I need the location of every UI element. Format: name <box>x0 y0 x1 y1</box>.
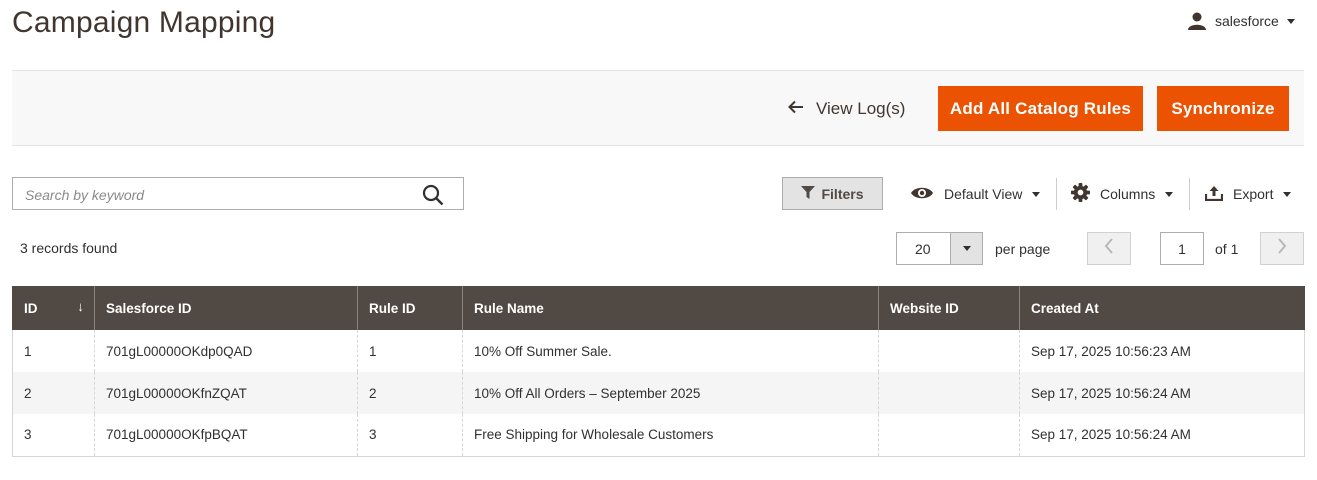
chevron-down-icon <box>1032 191 1041 197</box>
chevron-down-icon <box>962 246 971 251</box>
filter-icon <box>801 185 816 202</box>
search-input[interactable] <box>23 178 417 211</box>
cell-created-at: Sep 17, 2025 10:56:24 AM <box>1019 372 1305 414</box>
cell-id: 1 <box>12 330 95 372</box>
table-row[interactable]: 1 701gL00000OKdp0QAD 1 10% Off Summer Sa… <box>12 330 1305 372</box>
chevron-right-icon <box>1277 238 1287 259</box>
eye-icon <box>910 185 934 204</box>
campaign-mapping-grid: ID ↓ Salesforce ID Rule ID Rule Name Web… <box>12 286 1305 457</box>
cell-salesforce-id: 701gL00000OKfpBQAT <box>94 414 358 457</box>
grid-header-row: ID ↓ Salesforce ID Rule ID Rule Name Web… <box>12 286 1305 330</box>
column-header-salesforce-id[interactable]: Salesforce ID <box>94 286 358 330</box>
table-row[interactable]: 2 701gL00000OKfnZQAT 2 10% Off All Order… <box>12 372 1305 414</box>
page-title: Campaign Mapping <box>12 6 276 39</box>
cell-rule-id: 2 <box>357 372 463 414</box>
cell-salesforce-id: 701gL00000OKfnZQAT <box>94 372 358 414</box>
columns-dropdown[interactable]: Columns <box>1071 180 1174 208</box>
gear-icon <box>1071 183 1090 205</box>
column-header-created-at[interactable]: Created At <box>1019 286 1305 330</box>
toolbar-divider <box>1189 178 1190 210</box>
cell-rule-id: 3 <box>357 414 463 457</box>
column-header-id[interactable]: ID ↓ <box>12 286 95 330</box>
chevron-down-icon <box>1283 191 1292 197</box>
filters-label: Filters <box>821 185 864 202</box>
column-header-rule-name[interactable]: Rule Name <box>462 286 879 330</box>
columns-label: Columns <box>1100 186 1156 202</box>
previous-page-button[interactable] <box>1087 232 1131 265</box>
cell-rule-name: 10% Off Summer Sale. <box>462 330 879 372</box>
search-box <box>12 177 464 211</box>
add-all-catalog-rules-button[interactable]: Add All Catalog Rules <box>938 86 1143 131</box>
export-label: Export <box>1233 186 1274 202</box>
chevron-down-icon <box>1165 191 1174 197</box>
cell-rule-name: 10% Off All Orders – September 2025 <box>462 372 879 414</box>
cell-created-at: Sep 17, 2025 10:56:24 AM <box>1019 414 1305 457</box>
chevron-down-icon <box>1286 18 1295 24</box>
sort-descending-icon: ↓ <box>77 299 84 314</box>
per-page-value: 20 <box>915 241 931 257</box>
filters-button[interactable]: Filters <box>782 177 883 210</box>
cell-id: 2 <box>12 372 95 414</box>
view-logs-label: View Log(s) <box>816 99 906 118</box>
search-icon[interactable] <box>422 184 444 211</box>
toolbar-divider <box>1056 178 1057 210</box>
export-icon <box>1204 185 1224 204</box>
per-page-toggle[interactable] <box>950 233 982 264</box>
cell-website-id <box>878 372 1020 414</box>
default-view-dropdown[interactable]: Default View <box>910 180 1041 208</box>
synchronize-button[interactable]: Synchronize <box>1157 86 1289 131</box>
cell-website-id <box>878 414 1020 457</box>
user-icon <box>1187 12 1207 30</box>
total-pages-label: of 1 <box>1215 241 1239 257</box>
page-actions-bar: View Log(s) Add All Catalog Rules Synchr… <box>12 70 1304 146</box>
cell-id: 3 <box>12 414 95 457</box>
user-name: salesforce <box>1215 13 1279 29</box>
table-row[interactable]: 3 701gL00000OKfpBQAT 3 Free Shipping for… <box>12 414 1305 457</box>
arrow-left-icon <box>788 99 804 119</box>
cell-salesforce-id: 701gL00000OKdp0QAD <box>94 330 358 372</box>
export-dropdown[interactable]: Export <box>1204 180 1292 208</box>
per-page-select[interactable]: 20 <box>896 232 983 265</box>
next-page-button[interactable] <box>1260 232 1304 265</box>
column-header-rule-id[interactable]: Rule ID <box>357 286 463 330</box>
cell-created-at: Sep 17, 2025 10:56:23 AM <box>1019 330 1305 372</box>
current-page-input[interactable] <box>1160 232 1204 265</box>
cell-rule-name: Free Shipping for Wholesale Customers <box>462 414 879 457</box>
column-header-website-id[interactable]: Website ID <box>878 286 1020 330</box>
user-menu[interactable]: salesforce <box>1187 10 1295 32</box>
chevron-left-icon <box>1104 238 1114 259</box>
cell-website-id <box>878 330 1020 372</box>
default-view-label: Default View <box>944 186 1023 202</box>
view-logs-button[interactable]: View Log(s) <box>788 95 905 123</box>
records-count: 3 records found <box>20 240 118 256</box>
per-page-label: per page <box>995 241 1051 257</box>
cell-rule-id: 1 <box>357 330 463 372</box>
